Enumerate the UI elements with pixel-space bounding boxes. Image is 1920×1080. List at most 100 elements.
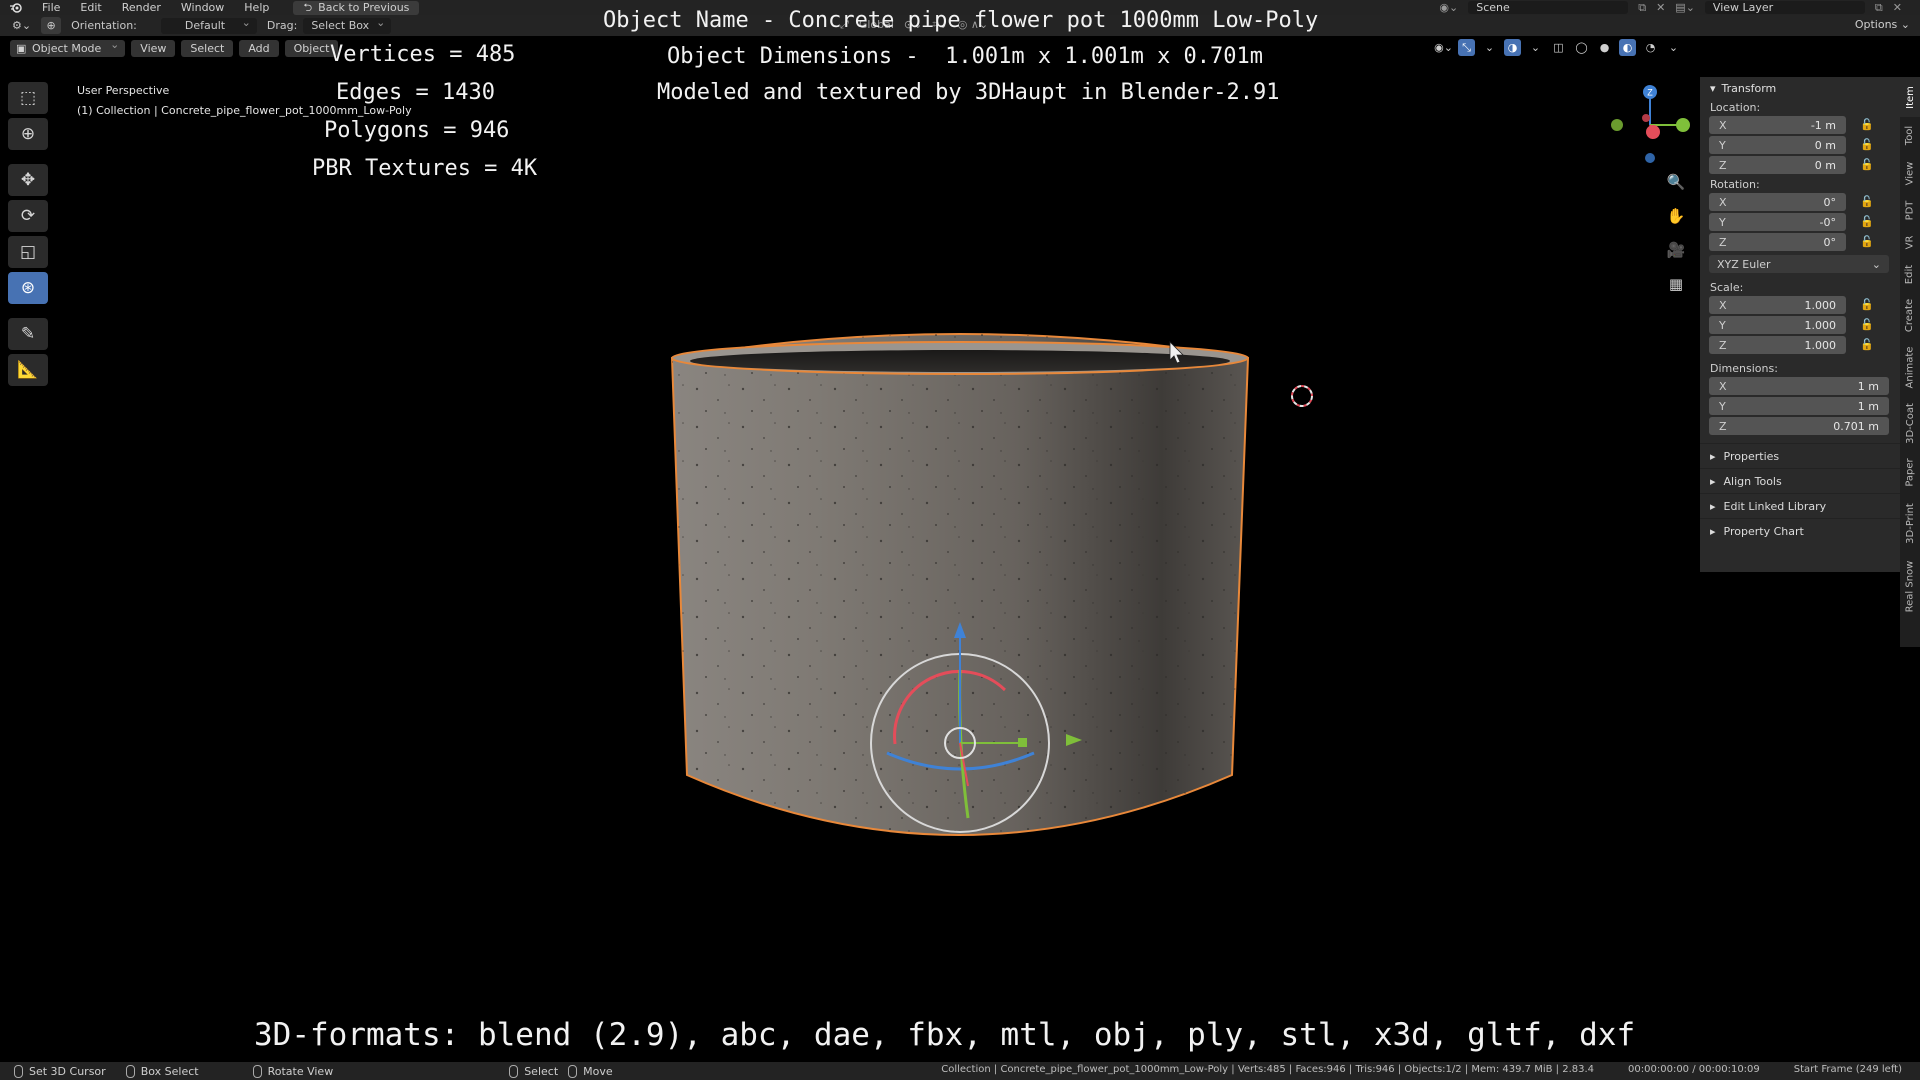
overlay-toggle-icon[interactable]: ◑ — [1504, 39, 1521, 56]
dimensions-y-field[interactable]: Y 1 m — [1709, 397, 1889, 415]
rendered-shading-icon[interactable]: ◔ — [1642, 39, 1659, 56]
active-tool-icon[interactable]: ⊕ — [41, 17, 62, 34]
rotation-z-field[interactable]: Z 0° 🔓 — [1709, 233, 1874, 251]
orientation-dropdown[interactable]: Default — [160, 16, 257, 34]
editor-type-icon[interactable]: ⚙⌄ — [12, 19, 31, 32]
navigation-gizmo[interactable]: Z — [1610, 80, 1690, 170]
tab-create[interactable]: Create — [1900, 291, 1920, 339]
menu-help[interactable]: Help — [234, 0, 279, 15]
wireframe-shading-icon[interactable]: ◯ — [1573, 39, 1590, 56]
frame-info: Start Frame (249 left) — [1793, 1064, 1902, 1075]
xray-icon[interactable]: ◫ — [1550, 39, 1567, 56]
lock-icon[interactable]: 🔓 — [1860, 235, 1874, 248]
tab-pdt[interactable]: PDT — [1900, 193, 1920, 227]
menu-render[interactable]: Render — [112, 0, 171, 15]
scale-y-field[interactable]: Y 1.000 🔓 — [1709, 316, 1874, 334]
menu-window[interactable]: Window — [171, 0, 234, 15]
view-menu[interactable]: View — [131, 39, 176, 57]
add-menu[interactable]: Add — [239, 39, 279, 57]
mouse-middle-icon — [252, 1064, 262, 1078]
drag-dropdown[interactable]: Select Box — [303, 16, 392, 34]
object-mode-dropdown[interactable]: ▣ Object Mode — [10, 38, 126, 57]
tab-label: Edit — [1904, 264, 1916, 284]
axis-label: Y — [1719, 318, 1726, 332]
location-y-field[interactable]: Y 0 m 🔓 — [1709, 136, 1874, 154]
lock-icon[interactable]: 🔓 — [1860, 298, 1874, 311]
menu-edit[interactable]: Edit — [70, 0, 111, 15]
3d-cursor-icon — [1291, 385, 1313, 407]
status-hint-select: Select — [509, 1064, 558, 1078]
camera-view-icon[interactable]: 🎥 — [1663, 238, 1689, 262]
rotation-mode-dropdown[interactable]: XYZ Euler ⌄ — [1709, 255, 1889, 273]
scene-statistics: Collection | Concrete_pipe_flower_pot_10… — [941, 1064, 1595, 1075]
axis-label: X — [1719, 118, 1727, 132]
location-label: Location: — [1710, 101, 1761, 114]
new-scene-icon[interactable]: ⧉ — [1638, 1, 1646, 15]
overlay-dropdown-icon[interactable]: ⌄ — [1527, 39, 1544, 56]
lock-icon[interactable]: 🔓 — [1860, 338, 1874, 351]
blender-logo-icon[interactable] — [0, 0, 32, 15]
tab-vr[interactable]: VR — [1900, 227, 1920, 257]
delete-view-layer-icon[interactable]: ✕ — [1893, 1, 1902, 14]
rotation-x-field[interactable]: X 0° 🔓 — [1709, 193, 1874, 211]
dimensions-x-field[interactable]: X 1 m — [1709, 377, 1889, 395]
select-menu[interactable]: Select — [181, 39, 234, 57]
location-x-field[interactable]: X -1 m 🔓 — [1709, 116, 1874, 134]
delete-scene-icon[interactable]: ✕ — [1656, 1, 1665, 14]
scale-label: Scale: — [1710, 281, 1744, 294]
lock-icon[interactable]: 🔓 — [1860, 318, 1874, 331]
scene-icon[interactable]: ◉⌄ — [1439, 1, 1458, 14]
tab-item[interactable]: Item — [1900, 77, 1920, 117]
lock-icon[interactable]: 🔓 — [1860, 158, 1874, 171]
hint-label: Move — [583, 1064, 613, 1078]
tab-tool[interactable]: Tool — [1900, 117, 1920, 153]
shading-dropdown-icon[interactable]: ⌄ — [1665, 39, 1682, 56]
scale-x-field[interactable]: X 1.000 🔓 — [1709, 296, 1874, 314]
viewport-canvas[interactable] — [0, 60, 1700, 1060]
tab-3d-coat[interactable]: 3D-Coat — [1900, 395, 1920, 451]
options-dropdown[interactable]: Options ⌄ — [1855, 18, 1910, 31]
scale-z-field[interactable]: Z 1.000 🔓 — [1709, 336, 1874, 354]
tab-paper[interactable]: Paper — [1900, 451, 1920, 493]
property-chart-panel-header[interactable]: ▸ Property Chart — [1700, 518, 1900, 543]
view-layer-selector[interactable]: View Layer — [1704, 1, 1865, 14]
tab-label: PDT — [1904, 200, 1916, 220]
lock-icon[interactable]: 🔓 — [1860, 138, 1874, 151]
back-to-previous-label: Back to Previous — [318, 0, 410, 14]
edit-linked-library-panel-header[interactable]: ▸ Edit Linked Library — [1700, 493, 1900, 518]
solid-shading-icon[interactable]: ● — [1596, 39, 1613, 56]
lock-icon[interactable]: 🔓 — [1860, 195, 1874, 208]
axis-label: Y — [1719, 399, 1726, 413]
dimensions-z-field[interactable]: Z 0.701 m — [1709, 417, 1889, 435]
perspective-toggle-icon[interactable]: ▦ — [1663, 272, 1689, 296]
rotation-y-field[interactable]: Y -0° 🔓 — [1709, 213, 1874, 231]
material-shading-icon[interactable]: ◐ — [1619, 39, 1636, 56]
tab-edit[interactable]: Edit — [1900, 257, 1920, 291]
gizmo-toggle-icon[interactable]: ⤡ — [1458, 39, 1475, 56]
view-layer-icon[interactable]: ▤⌄ — [1675, 1, 1695, 14]
tab-label: 3D-Coat — [1904, 402, 1916, 444]
gizmo-z-label: Z — [1647, 88, 1653, 98]
properties-panel-header[interactable]: ▸ Properties — [1700, 443, 1900, 468]
panel-title: Edit Linked Library — [1723, 499, 1827, 513]
new-view-layer-icon[interactable]: ⧉ — [1875, 1, 1883, 15]
tab-view[interactable]: View — [1900, 153, 1920, 193]
back-to-previous-button[interactable]: ⮌ Back to Previous — [293, 0, 420, 15]
gizmo-dropdown-icon[interactable]: ⌄ — [1481, 39, 1498, 56]
pan-hand-icon[interactable]: ✋ — [1663, 204, 1689, 228]
zoom-icon[interactable]: 🔍 — [1663, 170, 1689, 194]
tab-real-snow[interactable]: Real Snow — [1900, 553, 1920, 619]
lock-icon[interactable]: 🔓 — [1860, 118, 1874, 131]
tab-3d-print[interactable]: 3D-Print — [1900, 493, 1920, 553]
transform-panel-header[interactable]: ▾ Transform — [1700, 77, 1900, 99]
collapse-arrow-icon: ▸ — [1710, 499, 1716, 513]
scene-selector[interactable]: Scene — [1468, 1, 1629, 14]
lock-icon[interactable]: 🔓 — [1860, 215, 1874, 228]
field-value: -1 m — [1810, 118, 1836, 132]
tab-label: Create — [1904, 298, 1916, 332]
align-tools-panel-header[interactable]: ▸ Align Tools — [1700, 468, 1900, 493]
location-z-field[interactable]: Z 0 m 🔓 — [1709, 156, 1874, 174]
menu-file[interactable]: File — [32, 0, 70, 15]
visibility-icon[interactable]: ◉⌄ — [1434, 39, 1453, 56]
tab-animate[interactable]: Animate — [1900, 339, 1920, 395]
